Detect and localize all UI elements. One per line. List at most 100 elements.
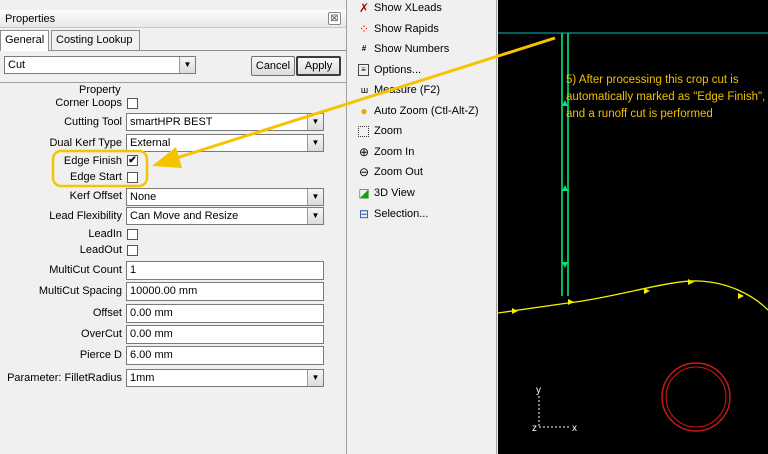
leadin-label: LeadIn: [88, 228, 122, 240]
dual-kerf-type-select[interactable]: External ▼: [126, 134, 324, 152]
menu-item-zoom-out[interactable]: ⊖ Zoom Out: [348, 163, 496, 183]
leadout-checkbox[interactable]: [127, 245, 138, 256]
close-icon[interactable]: ⊠: [328, 12, 341, 25]
lead-flexibility-value: Can Move and Resize: [130, 210, 239, 222]
cutting-tool-value: smartHPR BEST: [130, 116, 213, 128]
multicut-count-value: 1: [130, 264, 137, 276]
menu-item-selection[interactable]: ⊟ Selection...: [348, 205, 496, 225]
menu-item-label: Selection...: [374, 208, 429, 220]
lead-flexibility-label: Lead Flexibility: [49, 210, 122, 222]
menu-item-label: Auto Zoom (Ctl-Alt-Z): [374, 105, 479, 117]
fillet-radius-select[interactable]: 1mm ▼: [126, 369, 324, 387]
cutting-tool-select[interactable]: smartHPR BEST ▼: [126, 113, 324, 131]
apply-button[interactable]: Apply: [296, 56, 341, 76]
chevron-down-icon[interactable]: ▼: [307, 208, 323, 224]
crop-cut-arrows: [562, 100, 568, 268]
menu-item-label: Zoom In: [374, 146, 415, 158]
chevron-down-icon[interactable]: ▼: [307, 370, 323, 386]
properties-title: Properties: [5, 13, 56, 25]
menu-item-label: Show Rapids: [374, 23, 439, 35]
cutting-tool-label: Cutting Tool: [64, 116, 122, 128]
lightbulb-icon: ●: [360, 104, 368, 118]
fillet-radius-label: Parameter: FilletRadius: [7, 372, 122, 384]
zoom-in-icon: ⊕: [358, 145, 370, 159]
cancel-button[interactable]: Cancel: [251, 56, 295, 76]
part-edge-path: [498, 280, 768, 314]
xleads-icon: ✗: [358, 1, 370, 15]
properties-title-bar: Properties ⊠: [0, 10, 346, 28]
menu-item-label: Options...: [374, 64, 422, 76]
properties-panel: Properties ⊠ General Costing Lookup Cut …: [0, 0, 347, 454]
kerf-offset-select[interactable]: None ▼: [126, 188, 324, 206]
corner-loops-checkbox[interactable]: [127, 98, 138, 109]
edge-finish-label: Edge Finish: [63, 155, 122, 167]
annotation-note: 5) After processing this crop cut is aut…: [566, 74, 766, 120]
leadout-label: LeadOut: [79, 244, 122, 256]
corner-loops-label: Corner Loops: [55, 97, 122, 109]
path-direction-arrows: [512, 279, 744, 314]
object-selector-value: Cut: [8, 59, 26, 71]
options-icon: ≡: [358, 64, 369, 76]
property-column-header: Property: [79, 84, 121, 96]
kerf-offset-label: Kerf Offset: [69, 190, 122, 202]
menu-item-show-xleads[interactable]: ✗ Show XLeads: [348, 0, 496, 19]
chevron-down-icon[interactable]: ▼: [179, 57, 195, 73]
menu-item-options[interactable]: ≡ Options...: [348, 61, 496, 81]
edge-finish-checkbox[interactable]: ✔: [127, 155, 138, 166]
axis-x-label: x: [572, 423, 577, 434]
menu-item-label: Zoom Out: [374, 166, 423, 178]
overcut-field[interactable]: 0.00 mm: [126, 325, 324, 344]
menu-item-measure[interactable]: ш Measure (F2): [348, 81, 496, 101]
3d-view-icon: ◪: [358, 186, 370, 200]
leadin-checkbox[interactable]: [127, 229, 138, 240]
menu-item-zoom-in[interactable]: ⊕ Zoom In: [348, 143, 496, 163]
axis-indicator: [538, 396, 570, 428]
zoom-window-icon: [358, 126, 369, 137]
multicut-spacing-field[interactable]: 10000.00 mm: [126, 282, 324, 301]
menu-item-label: Zoom: [374, 125, 403, 137]
cad-drawing: y x z: [498, 32, 768, 434]
tab-general[interactable]: General: [0, 30, 49, 51]
pierce-d-label: Pierce D: [79, 349, 122, 361]
menu-item-zoom[interactable]: Zoom: [348, 122, 496, 142]
chevron-down-icon[interactable]: ▼: [307, 135, 323, 151]
overcut-value: 0.00 mm: [130, 328, 173, 340]
fillet-radius-value: 1mm: [130, 372, 155, 384]
object-selector[interactable]: Cut ▼: [4, 56, 196, 74]
menu-item-label: Show Numbers: [374, 43, 450, 55]
tab-divider: [0, 50, 346, 51]
hole-contour: [661, 362, 731, 432]
lead-flexibility-select[interactable]: Can Move and Resize ▼: [126, 207, 324, 225]
edge-start-checkbox[interactable]: [127, 172, 138, 183]
chevron-down-icon[interactable]: ▼: [307, 189, 323, 205]
menu-item-3d-view[interactable]: ◪ 3D View: [348, 184, 496, 204]
chevron-down-icon[interactable]: ▼: [307, 114, 323, 130]
multicut-count-field[interactable]: 1: [126, 261, 324, 280]
menu-item-label: Show XLeads: [374, 2, 442, 14]
multicut-spacing-label: MultiCut Spacing: [38, 285, 122, 297]
axis-y-label: y: [536, 385, 541, 396]
menu-item-label: 3D View: [374, 187, 415, 199]
offset-field[interactable]: 0.00 mm: [126, 304, 324, 323]
cad-canvas[interactable]: y x z: [498, 0, 768, 454]
zoom-out-icon: ⊖: [358, 165, 370, 179]
dual-kerf-type-label: Dual Kerf Type: [49, 137, 122, 149]
view-context-menu: ✗ Show XLeads ⁘ Show Rapids # Show Numbe…: [348, 0, 497, 454]
multicut-spacing-value: 10000.00 mm: [130, 285, 198, 297]
numbers-icon: #: [361, 44, 367, 53]
rapids-icon: ⁘: [358, 22, 370, 36]
pierce-d-field[interactable]: 6.00 mm: [126, 346, 324, 365]
overcut-label: OverCut: [81, 328, 122, 340]
selection-icon: ⊟: [358, 207, 370, 221]
kerf-offset-value: None: [130, 191, 157, 203]
edge-start-label: Edge Start: [70, 171, 122, 183]
menu-item-show-numbers[interactable]: # Show Numbers: [348, 40, 496, 60]
menu-item-auto-zoom[interactable]: ● Auto Zoom (Ctl-Alt-Z): [348, 102, 496, 122]
menu-item-show-rapids[interactable]: ⁘ Show Rapids: [348, 20, 496, 40]
multicut-count-label: MultiCut Count: [49, 264, 122, 276]
tab-costing-lookup[interactable]: Costing Lookup: [51, 30, 140, 50]
dual-kerf-type-value: External: [130, 137, 171, 149]
measure-icon: ш: [360, 85, 368, 95]
grid-divider: [0, 82, 346, 83]
axis-z-label: z: [532, 423, 537, 434]
